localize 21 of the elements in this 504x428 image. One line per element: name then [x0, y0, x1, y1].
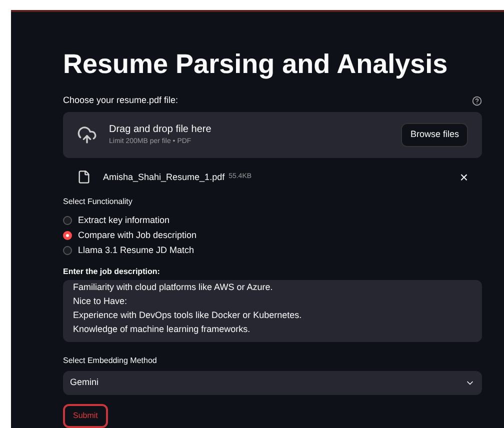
embedding-select[interactable]: Gemini: [63, 371, 482, 396]
file-icon: [77, 170, 91, 184]
remove-file-button[interactable]: ×: [460, 170, 468, 184]
file-name: Amisha_Shahi_Resume_1.pdf: [103, 170, 225, 184]
browse-files-button[interactable]: Browse files: [401, 122, 468, 147]
job-description-field[interactable]: Familiarity with cloud platforms like AWS or Azure. Nice to Have: Experience with DevOps tools like Docker or Kubernetes. Knowledge of machine learning frameworks.: [63, 280, 482, 342]
help-icon[interactable]: [472, 96, 482, 106]
cloud-upload-icon: [77, 124, 97, 145]
page-title: Resume Parsing and Analysis: [63, 48, 449, 80]
field-label: Select Embedding Method: [63, 355, 158, 368]
radio-button[interactable]: [63, 246, 72, 255]
submit-button[interactable]: Submit: [63, 404, 108, 428]
field-label: Enter the job description:: [63, 266, 161, 278]
radio-option[interactable]: Extract key information: [63, 214, 482, 226]
radio-button[interactable]: [63, 216, 72, 225]
radio-button[interactable]: [63, 230, 72, 240]
field-label: Select Functionality: [63, 196, 134, 208]
field-label: Choose your resume.pdf file:: [63, 94, 178, 107]
radio-option[interactable]: Llama 3.1 Resume JD Match: [63, 244, 482, 256]
radio-option[interactable]: Compare with Job description: [63, 229, 482, 242]
dropzone-text: Drag and drop file here: [109, 122, 212, 137]
